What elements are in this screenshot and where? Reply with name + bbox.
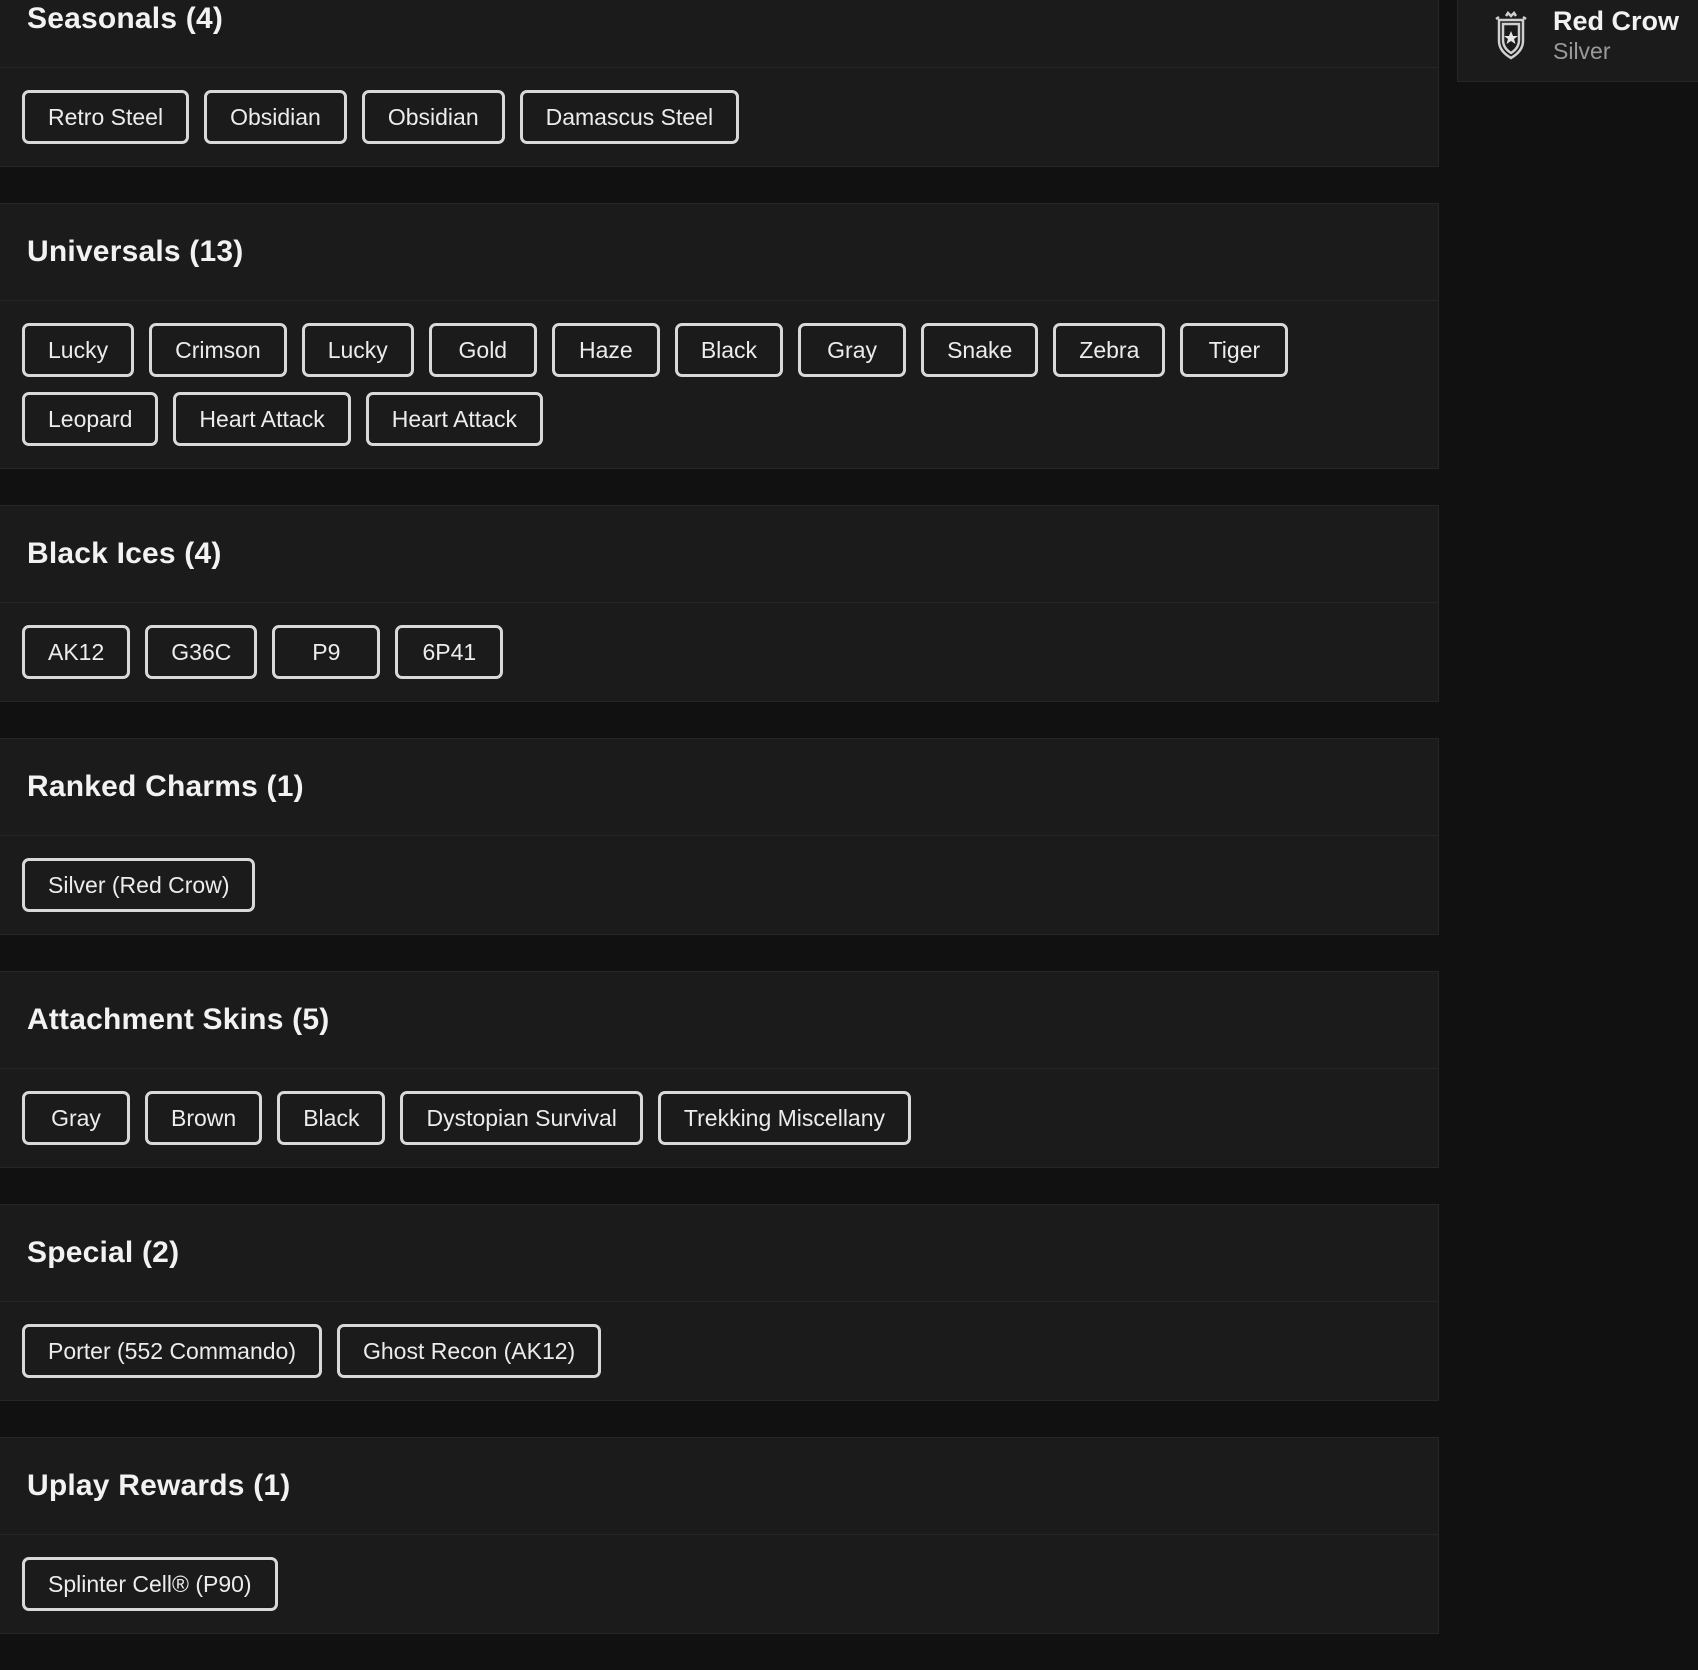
item-chip[interactable]: Black xyxy=(674,323,784,377)
item-chip[interactable]: Trekking Miscellany xyxy=(657,1091,912,1145)
item-chip[interactable]: Ghost Recon (AK12) xyxy=(337,1324,602,1378)
section-items: Lucky Crimson Lucky Gold Haze Black Gray Snake Z… xyxy=(0,301,1438,468)
section-items: Porter (552 Commando) Ghost Recon (AK12) xyxy=(0,1302,1438,1400)
section-title: Special (2) xyxy=(27,1236,180,1269)
item-chip[interactable]: Obsidian xyxy=(361,90,505,144)
item-chip[interactable]: Dystopian Survival xyxy=(400,1091,643,1145)
section-title: Seasonals (4) xyxy=(27,2,224,35)
item-chip[interactable]: Silver (Red Crow) xyxy=(22,858,256,912)
section-card: Attachment Skins (5) Gray Brown Black Dystop… xyxy=(0,971,1439,1168)
item-chip[interactable]: P9 xyxy=(272,625,381,679)
section-header: Black Ices (4) xyxy=(0,506,1438,603)
rank-name: Red Crow xyxy=(1553,6,1680,36)
item-chip[interactable]: Gray xyxy=(22,1091,130,1145)
section-header: Special (2) xyxy=(0,1205,1438,1302)
item-chip[interactable]: Brown xyxy=(145,1091,263,1145)
section-card: Uplay Rewards (1) Splinter Cell® (P90) xyxy=(0,1437,1439,1634)
section-card: Special (2) Porter (552 Commando) Ghost Re… xyxy=(0,1204,1439,1401)
section-title: Attachment Skins (5) xyxy=(27,1003,330,1036)
item-chip[interactable]: Gold xyxy=(428,323,537,377)
item-chip[interactable]: Lucky xyxy=(22,323,135,377)
section-items: Retro Steel Obsidian Obsidian Damascus Stee… xyxy=(0,68,1438,166)
item-chip[interactable]: Retro Steel xyxy=(22,90,190,144)
item-chip[interactable]: 6P41 xyxy=(395,625,504,679)
section-header: Attachment Skins (5) xyxy=(0,972,1438,1069)
section-items: Silver (Red Crow) xyxy=(0,836,1438,934)
section-header: Universals (13) xyxy=(0,204,1438,301)
section-title: Uplay Rewards (1) xyxy=(27,1469,291,1502)
item-chip[interactable]: Tiger xyxy=(1180,323,1289,377)
rank-badge-icon xyxy=(1482,11,1540,63)
section-header: Seasonals (4) xyxy=(0,0,1438,68)
section-items: AK12 G36C P9 6P41 xyxy=(0,603,1438,701)
item-chip[interactable]: G36C xyxy=(145,625,258,679)
section-title: Universals (13) xyxy=(27,235,244,268)
item-chip[interactable]: Crimson xyxy=(149,323,287,377)
item-chip[interactable]: Damascus Steel xyxy=(519,90,740,144)
item-chip[interactable]: Haze xyxy=(551,323,660,377)
section-items: Splinter Cell® (P90) xyxy=(0,1535,1438,1633)
section-items: Gray Brown Black Dystopian Survival Trekking… xyxy=(0,1069,1438,1167)
item-chip[interactable]: Black xyxy=(277,1091,386,1145)
item-chip[interactable]: Zebra xyxy=(1053,323,1166,377)
section-card: Seasonals (4) Retro Steel Obsidian Obsidian… xyxy=(0,0,1439,167)
item-chip[interactable]: Obsidian xyxy=(204,90,347,144)
rank-card: Red Crow Silver xyxy=(1457,0,1698,82)
item-chip[interactable]: Leopard xyxy=(22,392,159,446)
item-chip[interactable]: Snake xyxy=(921,323,1039,377)
section-card: Black Ices (4) AK12 G36C P9 6P41 xyxy=(0,505,1439,702)
section-title: Black Ices (4) xyxy=(27,537,222,570)
section-header: Uplay Rewards (1) xyxy=(0,1438,1438,1535)
section-card: Ranked Charms (1) Silver (Red Crow) xyxy=(0,738,1439,935)
section-title: Ranked Charms (1) xyxy=(27,770,304,803)
item-chip[interactable]: Gray xyxy=(798,323,907,377)
section-card: Universals (13) Lucky Crimson Lucky Gold Haze… xyxy=(0,203,1439,469)
charms-list: Seasonals (4) Retro Steel Obsidian Obsidian… xyxy=(0,0,1439,1670)
item-chip[interactable]: AK12 xyxy=(22,625,131,679)
item-chip[interactable]: Heart Attack xyxy=(365,392,543,446)
rank-tier: Silver xyxy=(1553,38,1611,64)
item-chip[interactable]: Heart Attack xyxy=(173,392,351,446)
item-chip[interactable]: Porter (552 Commando) xyxy=(22,1324,322,1378)
item-chip[interactable]: Lucky xyxy=(301,323,414,377)
section-header: Ranked Charms (1) xyxy=(0,739,1438,836)
item-chip[interactable]: Splinter Cell® (P90) xyxy=(22,1557,278,1611)
